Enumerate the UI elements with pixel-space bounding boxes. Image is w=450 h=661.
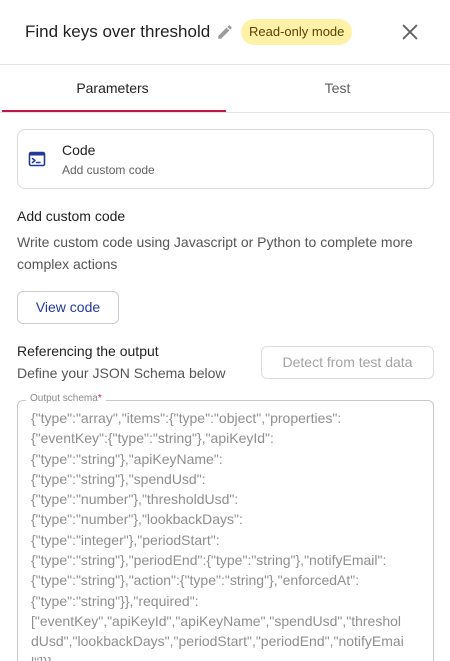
output-description: Define your JSON Schema below — [17, 365, 226, 381]
tab-test[interactable]: Test — [225, 65, 450, 113]
read-only-badge: Read-only mode — [241, 19, 353, 45]
tab-parameters[interactable]: Parameters — [0, 65, 225, 113]
view-code-button[interactable]: View code — [17, 291, 119, 324]
close-icon[interactable] — [399, 21, 421, 43]
code-card-title: Code — [62, 142, 96, 158]
output-heading: Referencing the output — [17, 343, 159, 359]
output-schema-input[interactable]: {"type":"array","items":{"type":"object"… — [31, 408, 423, 661]
custom-code-heading: Add custom code — [17, 208, 126, 224]
tab-bar: Parameters Test — [0, 65, 450, 113]
detect-from-test-data-button: Detect from test data — [261, 346, 434, 379]
pencil-icon[interactable] — [216, 23, 234, 41]
code-card-subtitle: Add custom code — [62, 163, 155, 177]
custom-code-description: Write custom code using Javascript or Py… — [17, 234, 413, 272]
output-schema-label: Output schema* — [26, 393, 106, 404]
code-action-card[interactable]: Code Add custom code — [17, 129, 434, 189]
active-tab-indicator — [2, 110, 226, 112]
terminal-icon — [28, 151, 46, 167]
panel-title: Find keys over threshold — [25, 22, 211, 41]
panel-header: Find keys over threshold Read-only mode — [0, 0, 450, 65]
